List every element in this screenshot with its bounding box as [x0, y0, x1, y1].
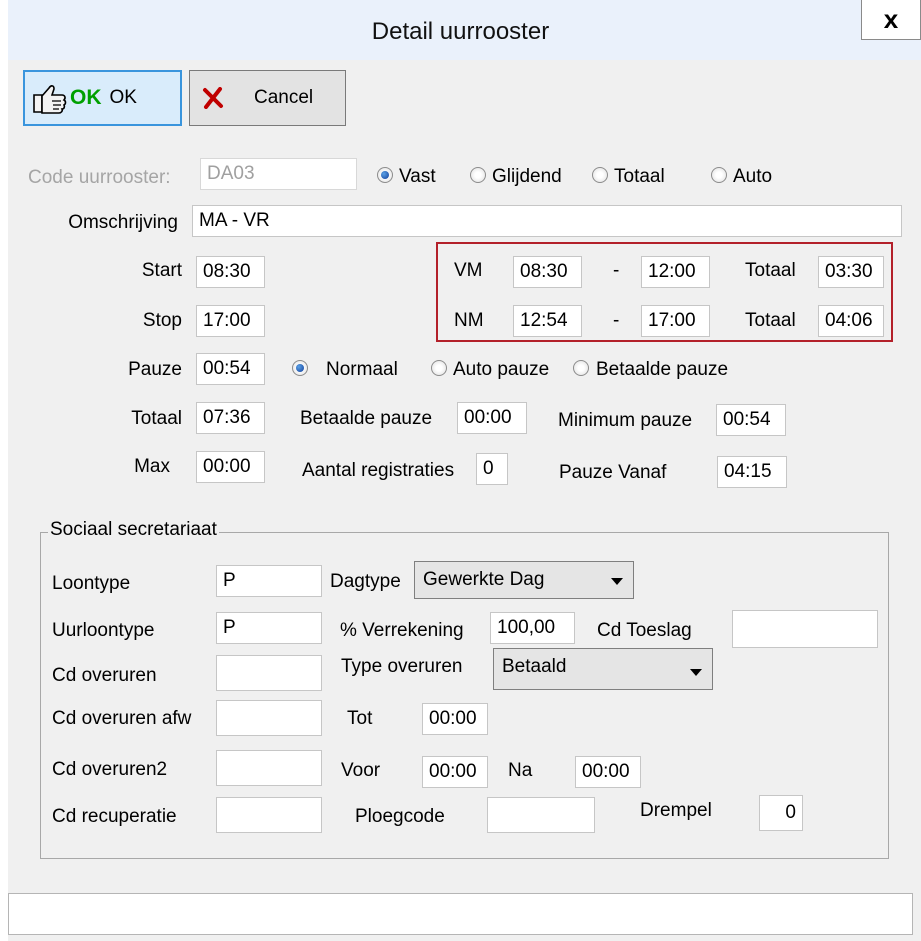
ok-button-label: OK — [109, 87, 137, 108]
drempel-field[interactable]: 0 — [759, 795, 803, 831]
radio-auto-label: Auto — [733, 166, 773, 187]
drempel-label: Drempel — [640, 800, 712, 821]
cd-recuperatie-label: Cd recuperatie — [52, 806, 177, 827]
stop-field[interactable]: 17:00 — [196, 305, 265, 337]
nm-to-field[interactable]: 17:00 — [641, 305, 710, 337]
radio-auto[interactable] — [711, 167, 727, 183]
dagtype-label: Dagtype — [330, 571, 401, 592]
cd-overuren-afw-field[interactable] — [216, 700, 322, 736]
cd-overuren-afw-label: Cd overuren afw — [52, 708, 192, 729]
aantal-registraties-label: Aantal registraties — [302, 460, 455, 481]
loontype-field[interactable]: P — [216, 565, 322, 597]
na-field[interactable]: 00:00 — [575, 756, 641, 788]
omschrijving-field[interactable]: MA - VR — [192, 205, 902, 237]
cancel-button-label: Cancel — [254, 87, 314, 108]
close-button[interactable]: x — [861, 0, 921, 40]
betaalde-pauze-label: Betaalde pauze — [300, 408, 433, 429]
max-label: Max — [134, 456, 170, 477]
radio-glijdend[interactable] — [470, 167, 486, 183]
sociaal-secretariaat-title: Sociaal secretariaat — [48, 519, 219, 541]
cd-overuren-field[interactable] — [216, 655, 322, 691]
radio-vast[interactable] — [377, 167, 393, 183]
pauze-field[interactable]: 00:54 — [196, 353, 265, 385]
thumbs-up-icon — [33, 85, 67, 114]
ok-button[interactable]: OK OK — [23, 70, 182, 126]
vm-from-field[interactable]: 08:30 — [513, 256, 582, 288]
tot-label: Tot — [347, 708, 373, 729]
cd-overuren2-label: Cd overuren2 — [52, 759, 168, 780]
radio-auto-pauze[interactable] — [431, 360, 447, 376]
red-x-icon — [203, 87, 223, 109]
uurloontype-field[interactable]: P — [216, 612, 322, 644]
pauze-vanaf-label: Pauze Vanaf — [559, 462, 667, 483]
totaal-label: Totaal — [131, 408, 182, 429]
na-label: Na — [508, 760, 533, 781]
cd-toeslag-field[interactable] — [732, 610, 878, 648]
radio-betaalde-pauze[interactable] — [573, 360, 589, 376]
radio-totaal[interactable] — [592, 167, 608, 183]
pauze-label: Pauze — [128, 359, 182, 380]
vm-totaal-field[interactable]: 03:30 — [818, 256, 884, 288]
max-field[interactable]: 00:00 — [196, 451, 265, 483]
radio-normaal[interactable] — [292, 360, 308, 376]
chevron-down-icon — [611, 578, 623, 585]
nm-label: NM — [454, 310, 484, 331]
minimum-pauze-label: Minimum pauze — [558, 410, 693, 431]
cd-recuperatie-field[interactable] — [216, 797, 322, 833]
radio-auto-pauze-label: Auto pauze — [453, 359, 550, 380]
nm-totaal-label: Totaal — [745, 310, 796, 331]
type-overuren-value: Betaald — [502, 656, 567, 677]
radio-vast-label: Vast — [399, 166, 436, 187]
radio-totaal-label: Totaal — [614, 166, 665, 187]
type-overuren-select[interactable]: Betaald — [493, 648, 713, 690]
pauze-vanaf-field[interactable]: 04:15 — [717, 456, 787, 488]
radio-betaalde-pauze-label: Betaalde pauze — [596, 359, 729, 380]
code-uurrooster-label: Code uurrooster: — [28, 167, 171, 188]
ok-icon-text: OK — [70, 86, 102, 109]
type-overuren-label: Type overuren — [341, 656, 463, 677]
verrekening-field[interactable]: 100,00 — [490, 612, 575, 644]
ploegcode-label: Ploegcode — [355, 806, 445, 827]
status-bar — [8, 893, 913, 935]
start-label: Start — [141, 260, 182, 281]
dagtype-value: Gewerkte Dag — [423, 569, 545, 590]
aantal-registraties-field[interactable]: 0 — [476, 453, 508, 485]
betaalde-pauze-field[interactable]: 00:00 — [457, 402, 527, 434]
code-uurrooster-field[interactable]: DA03 — [200, 158, 357, 190]
omschrijving-label: Omschrijving — [68, 212, 178, 233]
loontype-label: Loontype — [52, 573, 131, 594]
minimum-pauze-field[interactable]: 00:54 — [716, 404, 786, 436]
totaal-field[interactable]: 07:36 — [196, 402, 265, 434]
nm-from-field[interactable]: 12:54 — [513, 305, 582, 337]
radio-glijdend-label: Glijdend — [492, 166, 562, 187]
tot-field[interactable]: 00:00 — [422, 703, 488, 735]
chevron-down-icon — [690, 669, 702, 676]
vm-to-field[interactable]: 12:00 — [641, 256, 710, 288]
voor-label: Voor — [341, 760, 381, 781]
radio-normaal-label: Normaal — [326, 359, 398, 380]
nm-separator: - — [613, 310, 620, 331]
stop-label: Stop — [142, 310, 182, 331]
dagtype-select[interactable]: Gewerkte Dag — [414, 561, 634, 599]
vm-separator: - — [613, 260, 620, 281]
window-title: Detail uurrooster — [371, 18, 550, 45]
cd-overuren2-field[interactable] — [216, 750, 322, 786]
cd-overuren-label: Cd overuren — [52, 665, 157, 686]
cd-toeslag-label: Cd Toeslag — [597, 620, 692, 641]
voor-field[interactable]: 00:00 — [422, 756, 488, 788]
vm-totaal-label: Totaal — [745, 260, 796, 281]
verrekening-label: % Verrekening — [340, 620, 464, 641]
nm-totaal-field[interactable]: 04:06 — [818, 305, 884, 337]
ploegcode-field[interactable] — [487, 797, 595, 833]
start-field[interactable]: 08:30 — [196, 256, 265, 288]
vm-label: VM — [454, 260, 483, 281]
cancel-button[interactable]: Cancel — [189, 70, 346, 126]
uurloontype-label: Uurloontype — [52, 620, 155, 641]
